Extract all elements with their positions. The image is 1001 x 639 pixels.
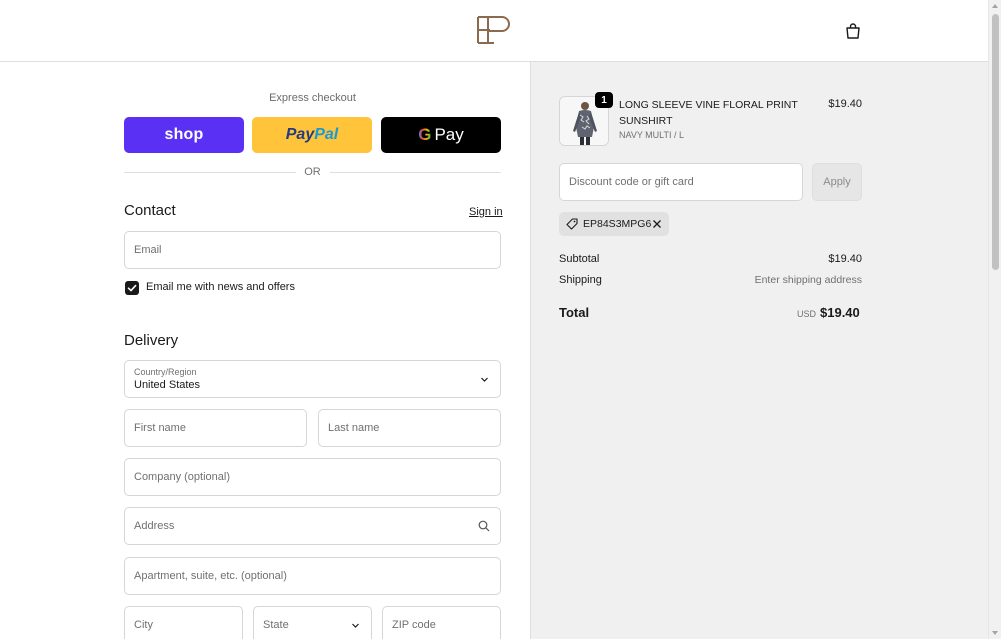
scroll-down-icon[interactable]	[992, 631, 998, 635]
contact-heading: Contact	[124, 202, 176, 219]
discount-code-field[interactable]: Discount code or gift card	[559, 163, 803, 201]
state-select[interactable]: State	[253, 606, 372, 639]
shipping-label: Shipping	[559, 274, 602, 286]
chevron-down-icon	[481, 377, 488, 382]
sign-in-link[interactable]: Sign in	[469, 206, 503, 218]
newsletter-checkbox[interactable]	[125, 281, 139, 295]
email-placeholder: Email	[134, 244, 162, 256]
first-name-placeholder: First name	[134, 422, 186, 434]
paypal-label-pal: Pal	[314, 126, 339, 143]
search-icon	[478, 520, 490, 532]
paypal-label-pay: Pay	[285, 126, 315, 143]
order-summary-panel	[530, 62, 988, 639]
delivery-heading: Delivery	[124, 332, 179, 349]
country-select[interactable]: Country/Region United States	[124, 360, 501, 398]
total-value: $19.40	[820, 305, 860, 320]
shop-pay-button[interactable]: shop	[124, 117, 244, 153]
or-separator: OR	[304, 166, 321, 178]
email-field[interactable]: Email	[124, 231, 501, 269]
product-price: $19.40	[828, 98, 862, 110]
apartment-placeholder: Apartment, suite, etc. (optional)	[134, 570, 287, 582]
divider-right	[330, 172, 501, 173]
company-field[interactable]: Company (optional)	[124, 458, 501, 496]
zip-placeholder: ZIP code	[392, 619, 436, 631]
shop-pay-label: shop	[164, 126, 204, 143]
country-value: United States	[134, 379, 201, 391]
state-placeholder: State	[263, 619, 289, 631]
newsletter-label: Email me with news and offers	[146, 281, 295, 293]
city-field[interactable]: City	[124, 606, 243, 639]
google-g-icon: G	[418, 125, 432, 144]
quantity-badge: 1	[595, 92, 613, 108]
checkmark-icon	[127, 284, 137, 292]
shopping-bag-icon[interactable]	[844, 22, 862, 40]
subtotal-label: Subtotal	[559, 253, 600, 265]
first-name-field[interactable]: First name	[124, 409, 307, 447]
divider-left	[124, 172, 296, 173]
last-name-placeholder: Last name	[328, 422, 380, 434]
chevron-down-icon	[352, 623, 359, 628]
country-label: Country/Region	[134, 367, 197, 377]
scroll-up-icon[interactable]	[992, 4, 998, 8]
company-placeholder: Company (optional)	[134, 471, 230, 483]
applied-discount-chip: EP84S3MPG6	[559, 212, 669, 236]
last-name-field[interactable]: Last name	[318, 409, 501, 447]
address-placeholder: Address	[134, 520, 175, 532]
store-logo[interactable]	[474, 14, 514, 46]
applied-discount-code: EP84S3MPG6	[583, 218, 652, 230]
page-scrollbar[interactable]	[988, 0, 1001, 639]
checkout-page: Express checkout shop Pay Pal G Pay OR Co…	[0, 0, 1001, 639]
google-pay-button[interactable]: G Pay	[381, 117, 501, 153]
express-checkout-label: Express checkout	[269, 92, 356, 104]
subtotal-value: $19.40	[828, 253, 862, 265]
product-variant: NAVY MULTI / L	[619, 130, 685, 140]
apply-discount-button[interactable]: Apply	[812, 163, 862, 201]
paypal-button[interactable]: Pay Pal	[252, 117, 372, 153]
address-field[interactable]: Address	[124, 507, 501, 545]
total-currency: USD	[797, 309, 817, 319]
tag-icon	[566, 218, 578, 230]
scroll-thumb[interactable]	[992, 14, 999, 270]
remove-discount-icon[interactable]	[652, 219, 662, 229]
apartment-field[interactable]: Apartment, suite, etc. (optional)	[124, 557, 501, 595]
discount-placeholder: Discount code or gift card	[569, 176, 694, 188]
header	[0, 0, 988, 62]
total-label: Total	[559, 305, 590, 320]
city-placeholder: City	[134, 619, 153, 631]
zip-field[interactable]: ZIP code	[382, 606, 501, 639]
shipping-value: Enter shipping address	[754, 274, 862, 286]
product-name: LONG SLEEVE VINE FLORAL PRINT SUNSHIRT	[619, 99, 798, 127]
google-pay-label: Pay	[434, 125, 464, 144]
